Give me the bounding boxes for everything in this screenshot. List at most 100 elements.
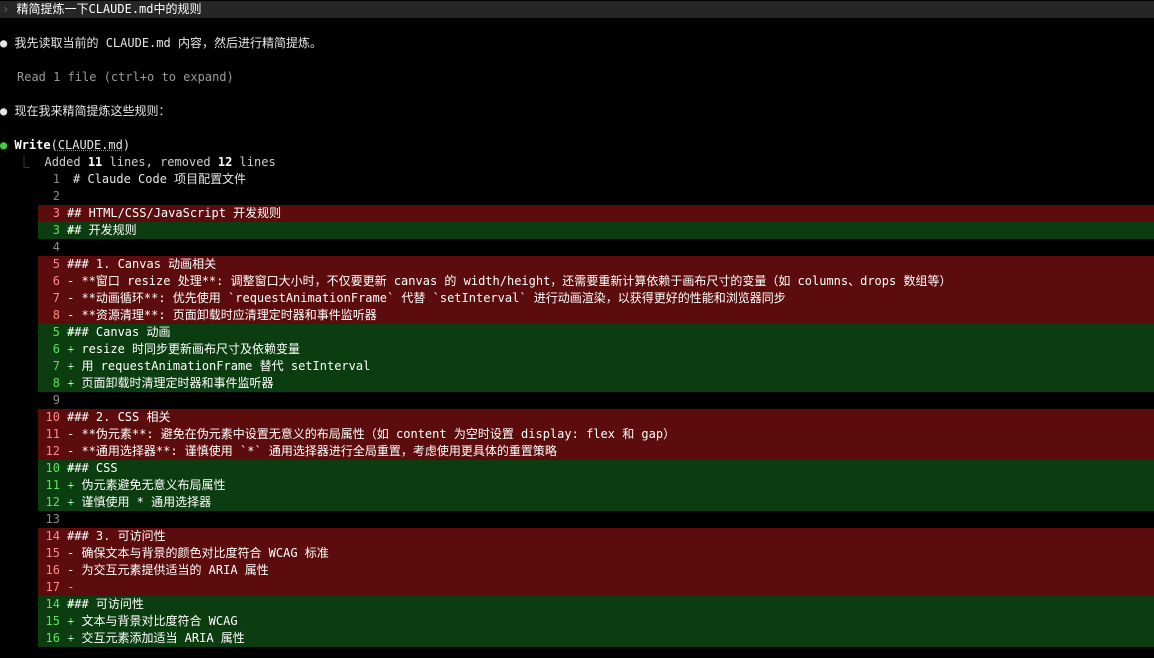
diff-line-text: ### 1. Canvas 动画相关 [67, 257, 217, 271]
plus-sign: + [60, 597, 75, 611]
plus-sign: + [60, 223, 75, 237]
line-number: 5 [52, 257, 60, 271]
minus-sign: - [60, 529, 75, 543]
chevron-right-icon: › [2, 2, 10, 16]
diff-line-text: - 交互元素添加适当 ARIA 属性 [67, 631, 245, 645]
minus-sign: - [60, 546, 75, 560]
diff-line-text: - **资源清理**: 页面卸载时应清理定时器和事件监听器 [67, 308, 377, 322]
diff-line-context: 4 [38, 239, 1154, 256]
line-number: 16 [45, 563, 60, 577]
diff-line-text: - **窗口 resize 处理**: 调整窗口大小时，不仅要更新 canvas… [67, 274, 952, 288]
diff-line-text: - **动画循环**: 优先使用 `requestAnimationFrame`… [67, 291, 786, 305]
minus-sign: - [60, 206, 75, 220]
diff-line-text: ### 2. CSS 相关 [67, 410, 171, 424]
line-number: 16 [45, 631, 60, 645]
user-prompt: › 精简提炼一下CLAUDE.md中的规则 [0, 1, 1154, 18]
line-number: 7 [52, 359, 60, 373]
read-status-text: Read 1 file (ctrl+o to expand) [17, 70, 234, 84]
line-number: 1 [52, 172, 60, 186]
plus-sign: + [60, 376, 75, 390]
line-number: 5 [52, 325, 60, 339]
diff-line-text: - resize 时同步更新画布尺寸及依赖变量 [67, 342, 301, 356]
diff-line-text: - 确保文本与背景的颜色对比度符合 WCAG 标准 [67, 546, 329, 560]
summary-text: Added [44, 155, 88, 169]
diff-line-added: 16 +- 交互元素添加适当 ARIA 属性 [38, 630, 1154, 647]
diff-line-text: - **通用选择器**: 谨慎使用 `*` 通用选择器进行全局重置，考虑使用更具… [67, 444, 557, 458]
diff-line-text: ### Canvas 动画 [67, 325, 171, 339]
line-number: 17 [45, 580, 60, 594]
diff-line-context: 13 [38, 511, 1154, 528]
diff-line-context: 2 [38, 188, 1154, 205]
blank-sign [60, 239, 67, 256]
plus-sign: + [60, 478, 75, 492]
diff-line-added: 10 +### CSS [38, 460, 1154, 477]
bullet-icon: ● [0, 104, 8, 118]
minus-sign: - [60, 308, 75, 322]
diff-line-removed: 6 -- **窗口 resize 处理**: 调整窗口大小时，不仅要更新 can… [38, 273, 1154, 290]
diff-line-added: 14 +### 可访问性 [38, 596, 1154, 613]
diff-line-text [67, 393, 73, 407]
diff-line-text: ### 可访问性 [67, 597, 144, 611]
message-text: 现在我来精简提炼这些规则： [14, 104, 171, 118]
diff-line-text: - 伪元素避免无意义布局属性 [67, 478, 226, 492]
diff-line-added: 8 +- 页面卸载时清理定时器和事件监听器 [38, 375, 1154, 392]
diff-line-removed: 8 -- **资源清理**: 页面卸载时应清理定时器和事件监听器 [38, 307, 1154, 324]
diff-line-text: # Claude Code 项目配置文件 [73, 172, 247, 186]
line-number: 8 [52, 376, 60, 390]
minus-sign: - [60, 427, 75, 441]
diff-line-context: 9 [38, 392, 1154, 409]
plus-sign: + [60, 325, 75, 339]
plus-sign: + [60, 359, 75, 373]
line-number: 3 [52, 206, 60, 220]
diff-line-added: 11 +- 伪元素避免无意义布局属性 [38, 477, 1154, 494]
line-number: 14 [45, 529, 60, 543]
diff-line-removed: 7 -- **动画循环**: 优先使用 `requestAnimationFra… [38, 290, 1154, 307]
bullet-icon: ● [0, 36, 8, 50]
plus-sign: + [60, 614, 75, 628]
line-number: 6 [52, 342, 60, 356]
summary-text: lines [232, 155, 276, 169]
blank-sign [60, 171, 67, 188]
minus-sign: - [60, 274, 75, 288]
read-status[interactable]: Read 1 file (ctrl+o to expand) [17, 69, 234, 86]
diff-line-text: - 页面卸载时清理定时器和事件监听器 [67, 376, 274, 390]
diff-line-context: 1 # Claude Code 项目配置文件 [38, 171, 1154, 188]
bullet-icon: ● [0, 138, 8, 152]
line-number: 9 [52, 393, 60, 407]
diff-line-removed: 17 - [38, 579, 1154, 596]
line-number: 11 [45, 427, 60, 441]
tool-file-link[interactable]: CLAUDE.md [58, 138, 123, 152]
plus-sign: + [60, 461, 75, 475]
diff-line-text: - 用 requestAnimationFrame 替代 setInterval [67, 359, 371, 373]
diff-line-text: - 为交互元素提供适当的 ARIA 属性 [67, 563, 269, 577]
tool-name: Write [14, 138, 51, 152]
diff-line-removed: 3 -## HTML/CSS/JavaScript 开发规则 [38, 205, 1154, 222]
diff-line-text [67, 240, 73, 254]
minus-sign: - [60, 580, 75, 594]
line-number: 12 [45, 444, 60, 458]
prompt-text: 精简提炼一下CLAUDE.md中的规则 [16, 2, 202, 16]
added-count: 11 [87, 155, 103, 169]
line-number: 8 [52, 308, 60, 322]
blank-sign [60, 392, 67, 409]
diff-line-text: - **伪元素**: 避免在伪元素中设置无意义的布局属性（如 content 为… [67, 427, 676, 441]
diff-line-text: - 文本与背景对比度符合 WCAG [67, 614, 238, 628]
blank-sign [60, 188, 67, 205]
line-number: 4 [52, 240, 60, 254]
diff-line-text: ## 开发规则 [67, 223, 137, 237]
diff-line-removed: 15 -- 确保文本与背景的颜色对比度符合 WCAG 标准 [38, 545, 1154, 562]
diff-line-text: ## HTML/CSS/JavaScript 开发规则 [67, 206, 282, 220]
diff-line-added: 5 +### Canvas 动画 [38, 324, 1154, 341]
tool-call: ● Write(CLAUDE.md) [0, 138, 131, 152]
diff-line-added: 7 +- 用 requestAnimationFrame 替代 setInter… [38, 358, 1154, 375]
line-number: 2 [52, 189, 60, 203]
line-number: 3 [52, 223, 60, 237]
plus-sign: + [60, 495, 75, 509]
minus-sign: - [60, 410, 75, 424]
diff-line-added: 3 +## 开发规则 [38, 222, 1154, 239]
diff-line-removed: 10 -### 2. CSS 相关 [38, 409, 1154, 426]
line-number: 10 [45, 461, 60, 475]
diff-line-removed: 5 -### 1. Canvas 动画相关 [38, 256, 1154, 273]
line-number: 7 [52, 291, 60, 305]
diff-line-removed: 14 -### 3. 可访问性 [38, 528, 1154, 545]
